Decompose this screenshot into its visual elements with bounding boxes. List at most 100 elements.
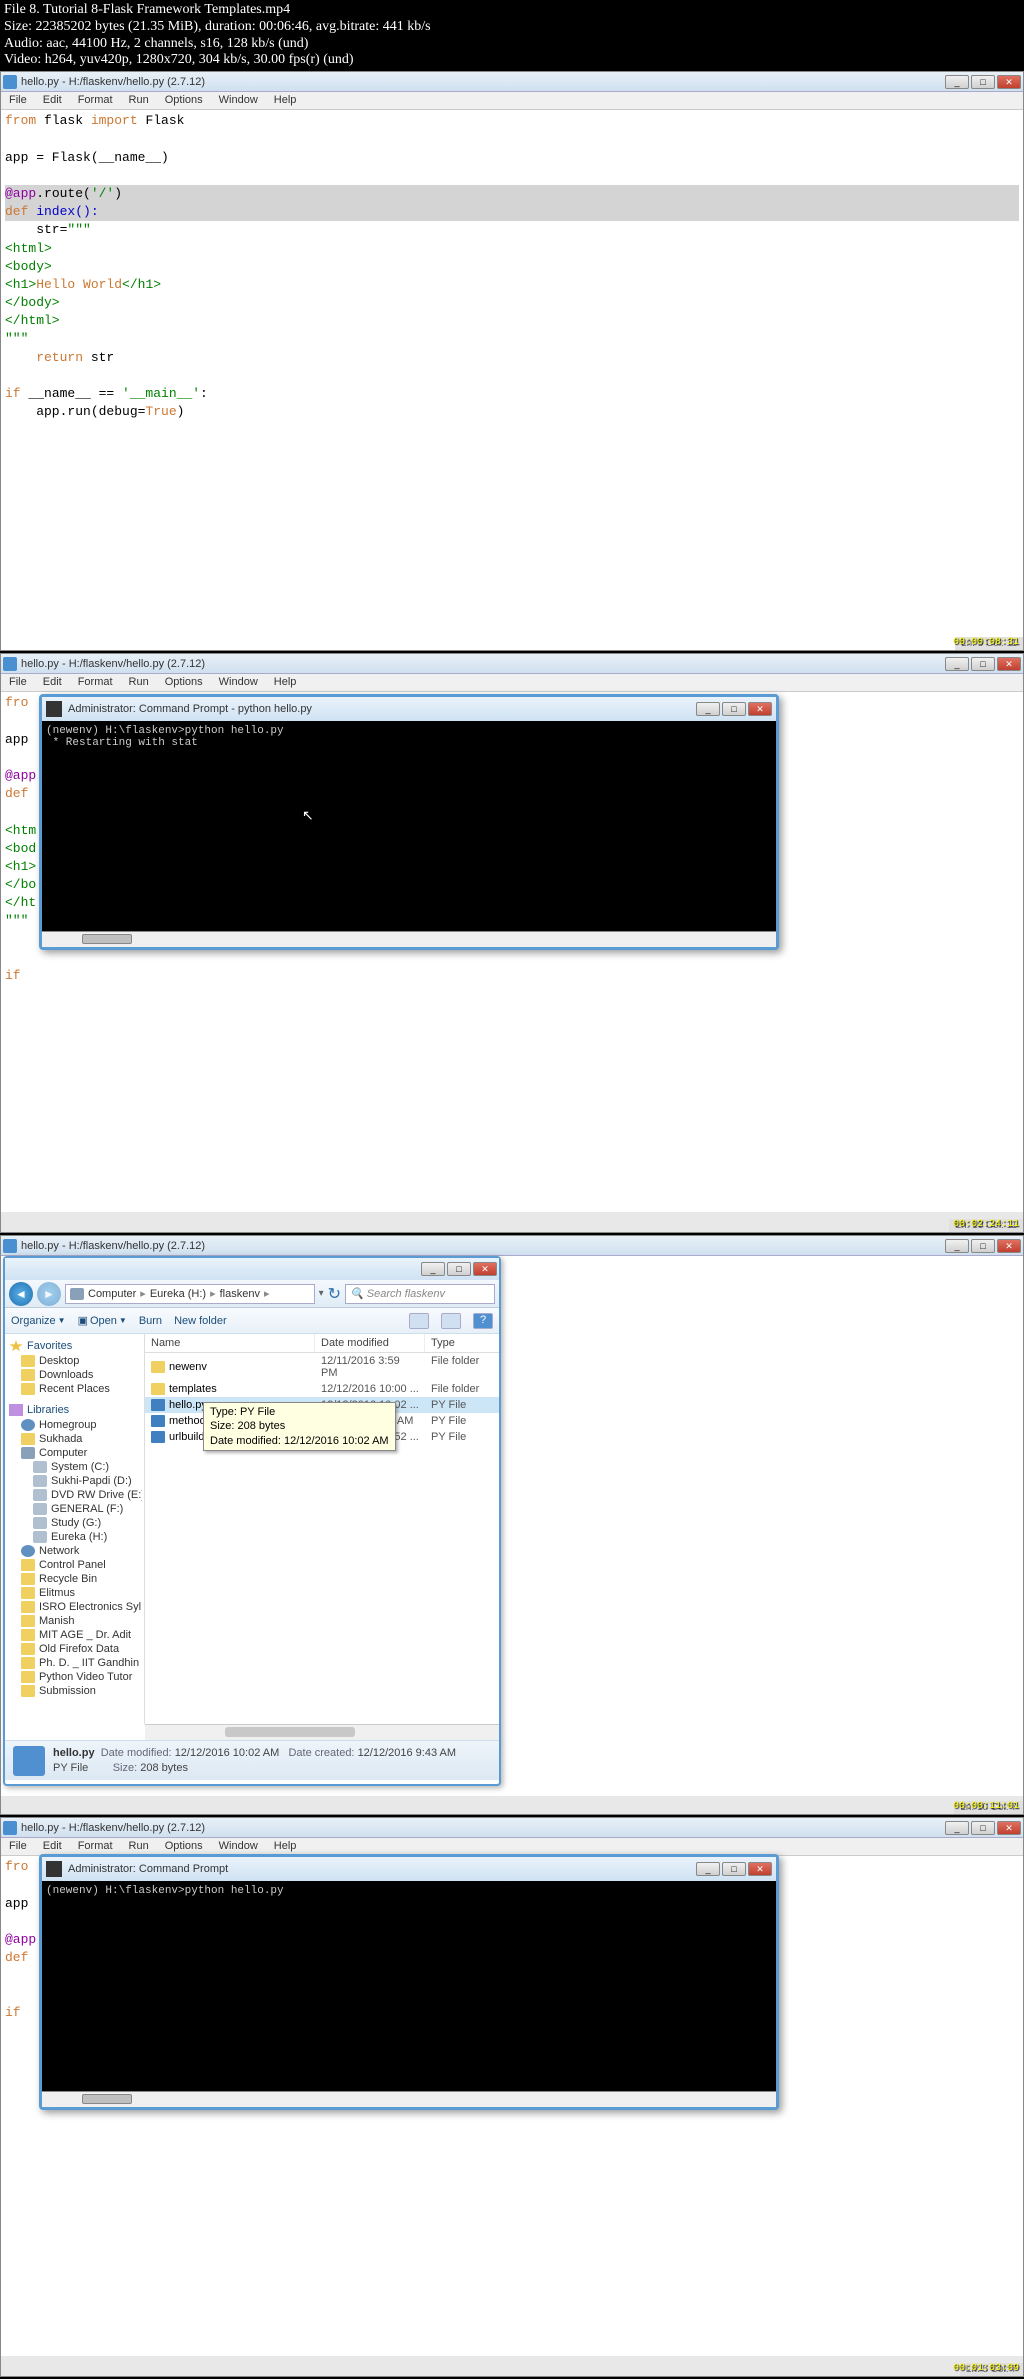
menu-file[interactable]: File [1, 674, 35, 691]
back-button[interactable]: ◄ [9, 1282, 33, 1306]
new-folder-button[interactable]: New folder [174, 1315, 227, 1327]
tree-item[interactable]: System (C:) [7, 1460, 142, 1474]
python-icon [3, 1239, 17, 1253]
menu-format[interactable]: Format [70, 92, 121, 109]
menu-file[interactable]: File [1, 1838, 35, 1855]
tree-item[interactable]: Elitmus [7, 1586, 142, 1600]
maximize-button[interactable]: □ [971, 1821, 995, 1835]
search-input[interactable]: 🔍 Search flaskenv [345, 1284, 495, 1304]
tree-item[interactable]: DVD RW Drive (E:) [7, 1488, 142, 1502]
tree-item[interactable]: Sukhada [7, 1432, 142, 1446]
close-button[interactable]: ✕ [997, 75, 1021, 89]
horizontal-scrollbar[interactable] [145, 1724, 499, 1740]
minimize-button[interactable]: _ [945, 1239, 969, 1253]
file-row[interactable]: templates12/12/2016 10:00 ...File folder [145, 1381, 499, 1397]
maximize-button[interactable]: □ [971, 75, 995, 89]
menu-edit[interactable]: Edit [35, 674, 70, 691]
menu-edit[interactable]: Edit [35, 1838, 70, 1855]
menu-help[interactable]: Help [266, 92, 305, 109]
minimize-button[interactable]: _ [945, 657, 969, 671]
menu-options[interactable]: Options [157, 92, 211, 109]
tree-item[interactable]: Submission [7, 1684, 142, 1698]
tree-item[interactable]: Recycle Bin [7, 1572, 142, 1586]
maximize-button[interactable]: □ [971, 657, 995, 671]
close-button[interactable]: ✕ [997, 657, 1021, 671]
menu-run[interactable]: Run [121, 1838, 157, 1855]
maximize-button[interactable]: □ [971, 1239, 995, 1253]
ide-titlebar[interactable]: hello.py - H:/flaskenv/hello.py (2.7.12)… [1, 72, 1023, 92]
tree-item[interactable]: Old Firefox Data [7, 1642, 142, 1656]
tree-item[interactable]: Sukhi-Papdi (D:) [7, 1474, 142, 1488]
cmd-output[interactable]: (newenv) H:\flaskenv>python hello.py * R… [42, 721, 776, 931]
file-list[interactable]: Name Date modified Type newenv12/11/2016… [145, 1334, 499, 1724]
explorer-titlebar[interactable]: _ □ ✕ [5, 1258, 499, 1280]
ide-titlebar[interactable]: hello.py - H:/flaskenv/hello.py (2.7.12)… [1, 1236, 1023, 1256]
command-prompt-window[interactable]: Administrator: Command Prompt - python h… [39, 694, 779, 950]
command-prompt-window[interactable]: Administrator: Command Prompt _ □ ✕ (new… [39, 1854, 779, 2110]
preview-button[interactable] [441, 1313, 461, 1329]
tree-item[interactable]: Eureka (H:) [7, 1530, 142, 1544]
menu-window[interactable]: Window [211, 92, 266, 109]
menu-window[interactable]: Window [211, 674, 266, 691]
tree-item[interactable]: Homegroup [7, 1418, 142, 1432]
tree-item[interactable]: Control Panel [7, 1558, 142, 1572]
minimize-button[interactable]: _ [421, 1262, 445, 1276]
menu-options[interactable]: Options [157, 674, 211, 691]
view-button[interactable] [409, 1313, 429, 1329]
close-button[interactable]: ✕ [748, 702, 772, 716]
close-button[interactable]: ✕ [473, 1262, 497, 1276]
tree-item[interactable]: Downloads [7, 1368, 142, 1382]
code-editor[interactable]: from flask import Flask app = Flask(__na… [1, 110, 1023, 650]
burn-button[interactable]: Burn [139, 1315, 162, 1327]
refresh-button[interactable]: ↻ [328, 1284, 341, 1304]
file-row[interactable]: newenv12/11/2016 3:59 PMFile folder [145, 1353, 499, 1381]
tree-item[interactable]: GENERAL (F:) [7, 1502, 142, 1516]
organize-button[interactable]: Organize ▼ [11, 1315, 66, 1327]
cmd-scrollbar[interactable] [42, 2091, 776, 2107]
menu-help[interactable]: Help [266, 674, 305, 691]
menu-file[interactable]: File [1, 92, 35, 109]
maximize-button[interactable]: □ [447, 1262, 471, 1276]
menu-options[interactable]: Options [157, 1838, 211, 1855]
tree-item[interactable]: Ph. D. _ IIT Gandhin [7, 1656, 142, 1670]
ide-titlebar[interactable]: hello.py - H:/flaskenv/hello.py (2.7.12)… [1, 654, 1023, 674]
explorer-tree[interactable]: Favorites Desktop Downloads Recent Place… [5, 1334, 145, 1724]
tree-item[interactable]: Manish [7, 1614, 142, 1628]
cmd-titlebar[interactable]: Administrator: Command Prompt _ □ ✕ [42, 1857, 776, 1881]
close-button[interactable]: ✕ [997, 1239, 1021, 1253]
menu-help[interactable]: Help [266, 1838, 305, 1855]
ide-titlebar[interactable]: hello.py - H:/flaskenv/hello.py (2.7.12)… [1, 1818, 1023, 1838]
cmd-scrollbar[interactable] [42, 931, 776, 947]
breadcrumb[interactable]: Computer▸ Eureka (H:)▸ flaskenv▸ [65, 1284, 315, 1304]
tree-item[interactable]: Study (G:) [7, 1516, 142, 1530]
menu-format[interactable]: Format [70, 674, 121, 691]
column-headers[interactable]: Name Date modified Type [145, 1334, 499, 1353]
tree-item[interactable]: Network [7, 1544, 142, 1558]
forward-button[interactable]: ► [37, 1282, 61, 1306]
tree-item[interactable]: Recent Places [7, 1382, 142, 1396]
tree-item[interactable]: MIT AGE _ Dr. Adit [7, 1628, 142, 1642]
help-button[interactable]: ? [473, 1313, 493, 1329]
tree-item[interactable]: Python Video Tutor [7, 1670, 142, 1684]
video-timestamp: 00:00:08:31 [953, 637, 1019, 648]
tree-item[interactable]: Desktop [7, 1354, 142, 1368]
menu-window[interactable]: Window [211, 1838, 266, 1855]
cmd-titlebar[interactable]: Administrator: Command Prompt - python h… [42, 697, 776, 721]
menu-run[interactable]: Run [121, 674, 157, 691]
minimize-button[interactable]: _ [696, 702, 720, 716]
minimize-button[interactable]: _ [696, 1862, 720, 1876]
tree-item[interactable]: Computer [7, 1446, 142, 1460]
close-button[interactable]: ✕ [997, 1821, 1021, 1835]
open-button[interactable]: ▣ Open ▼ [78, 1314, 127, 1327]
file-explorer-window[interactable]: _ □ ✕ ◄ ► Computer▸ Eureka (H:)▸ flasken… [3, 1256, 501, 1786]
maximize-button[interactable]: □ [722, 702, 746, 716]
minimize-button[interactable]: _ [945, 1821, 969, 1835]
menu-run[interactable]: Run [121, 92, 157, 109]
cmd-output[interactable]: (newenv) H:\flaskenv>python hello.py [42, 1881, 776, 2091]
close-button[interactable]: ✕ [748, 1862, 772, 1876]
maximize-button[interactable]: □ [722, 1862, 746, 1876]
menu-format[interactable]: Format [70, 1838, 121, 1855]
tree-item[interactable]: ISRO Electronics Syl [7, 1600, 142, 1614]
minimize-button[interactable]: _ [945, 75, 969, 89]
menu-edit[interactable]: Edit [35, 92, 70, 109]
